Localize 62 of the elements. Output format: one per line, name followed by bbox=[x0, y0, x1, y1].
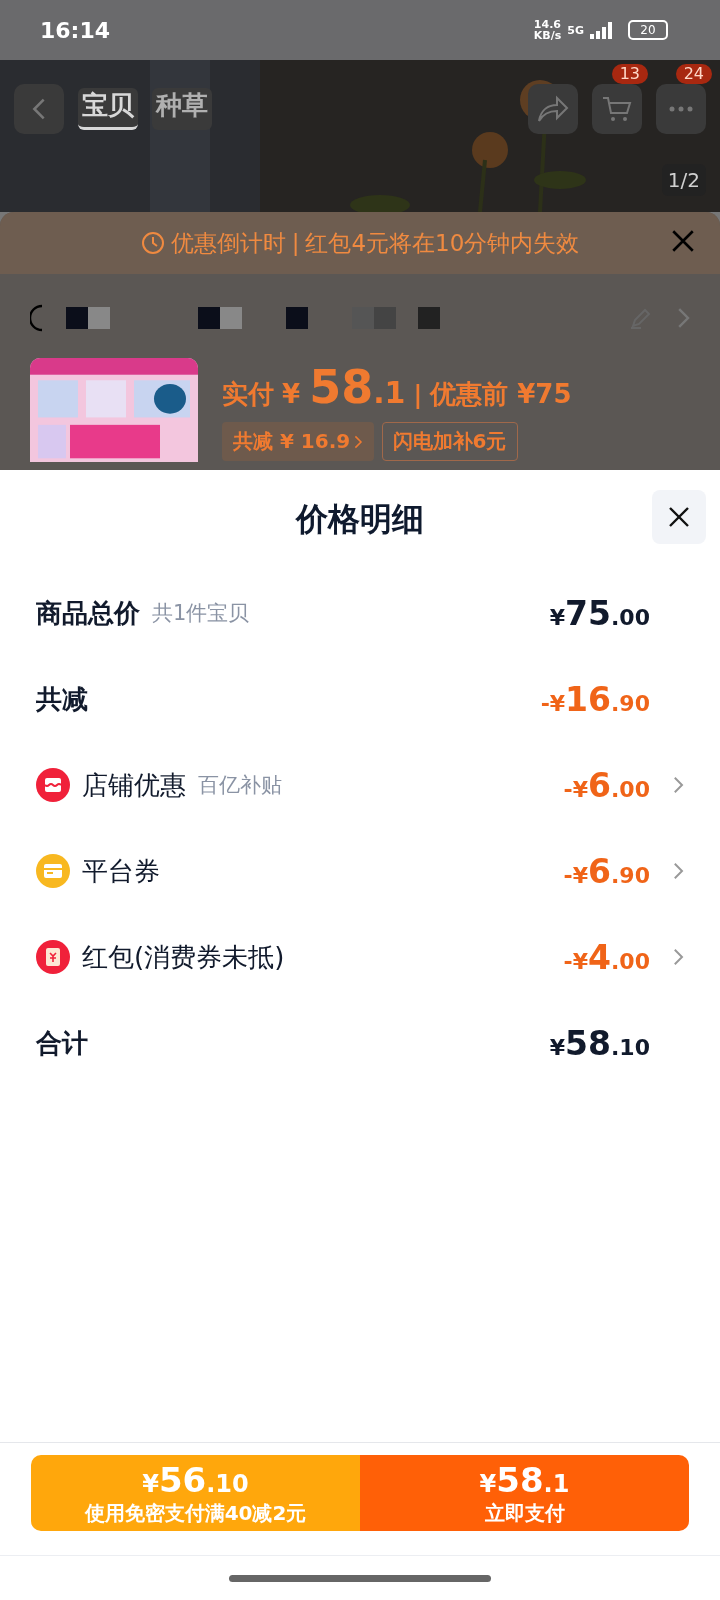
network-speed: 14.6 bbox=[533, 19, 562, 30]
cart-button[interactable] bbox=[592, 84, 642, 134]
image-counter: 1/2 bbox=[661, 164, 706, 196]
network-type: 5G bbox=[567, 23, 584, 37]
chevron-icon bbox=[673, 776, 684, 794]
redacted-block bbox=[220, 307, 242, 329]
redacted-block bbox=[286, 307, 308, 329]
chevron-icon bbox=[354, 434, 363, 449]
home-indicator[interactable] bbox=[229, 1574, 491, 1582]
row-amount: -¥6.00 bbox=[563, 765, 650, 805]
close-button[interactable] bbox=[652, 490, 706, 544]
redacted-block bbox=[418, 307, 440, 329]
share-button[interactable] bbox=[528, 84, 578, 134]
nav-tab[interactable]: 宝贝 bbox=[78, 88, 138, 130]
clock-icon bbox=[140, 231, 165, 255]
back-icon bbox=[32, 97, 46, 121]
separator: | bbox=[291, 230, 300, 256]
row-note: 百亿补贴 bbox=[198, 772, 282, 799]
more-button[interactable] bbox=[656, 84, 706, 134]
network-speed-unit: KB/s bbox=[533, 30, 562, 41]
battery-level: 20 bbox=[640, 23, 656, 37]
chevron-icon bbox=[676, 307, 690, 329]
row-note: 共1件宝贝 bbox=[152, 600, 250, 627]
pay-button[interactable]: ¥56.10 使用免密支付满40减2元 bbox=[31, 1455, 360, 1531]
status-time: 16:14 bbox=[40, 17, 111, 43]
location-icon bbox=[30, 304, 44, 332]
chevron-icon bbox=[673, 862, 684, 880]
row-label: 平台券 bbox=[82, 854, 160, 888]
countdown-message: 红包4元将在10分钟内失效 bbox=[305, 228, 580, 258]
coupon-icon bbox=[36, 854, 70, 888]
sheet-title: 价格明细 bbox=[296, 499, 424, 540]
row-amount: -¥4.00 bbox=[563, 937, 650, 977]
share-icon bbox=[537, 95, 569, 123]
redacted-block bbox=[88, 307, 110, 329]
cart-icon bbox=[602, 95, 632, 123]
separator: | bbox=[413, 381, 423, 409]
original-price: 优惠前 ¥75 bbox=[430, 378, 572, 411]
nav-tab[interactable]: 种草 bbox=[152, 88, 212, 130]
envelope-icon bbox=[36, 940, 70, 974]
chevron-icon bbox=[673, 948, 684, 966]
shop-icon bbox=[36, 768, 70, 802]
discount-tag[interactable]: 共减 ¥ 16.9 bbox=[222, 422, 374, 461]
row-amount: ¥75.00 bbox=[549, 593, 650, 633]
paid-price: ¥ 58.1 bbox=[282, 360, 406, 414]
paid-label: 实付 bbox=[222, 378, 274, 411]
redacted-block bbox=[66, 307, 88, 329]
back-button[interactable] bbox=[14, 84, 64, 134]
close-icon bbox=[667, 505, 691, 529]
pay-button[interactable]: ¥58.1 立即支付 bbox=[360, 1455, 689, 1531]
more-icon bbox=[669, 106, 693, 112]
row-label: 共减 bbox=[36, 682, 88, 716]
row-label: 商品总价 bbox=[36, 596, 140, 630]
close-icon bbox=[670, 228, 696, 254]
row-label: 合计 bbox=[36, 1026, 88, 1060]
row-amount: ¥58.10 bbox=[549, 1023, 650, 1063]
countdown-label: 优惠倒计时 bbox=[170, 228, 286, 258]
discount-tag: 闪电加补6元 bbox=[381, 422, 518, 461]
row-label: 红包(消费券未抵) bbox=[82, 940, 285, 974]
redacted-block bbox=[198, 307, 220, 329]
row-label: 店铺优惠 bbox=[82, 768, 186, 802]
row-amount: -¥6.90 bbox=[563, 851, 650, 891]
row-amount: -¥16.90 bbox=[540, 679, 650, 719]
